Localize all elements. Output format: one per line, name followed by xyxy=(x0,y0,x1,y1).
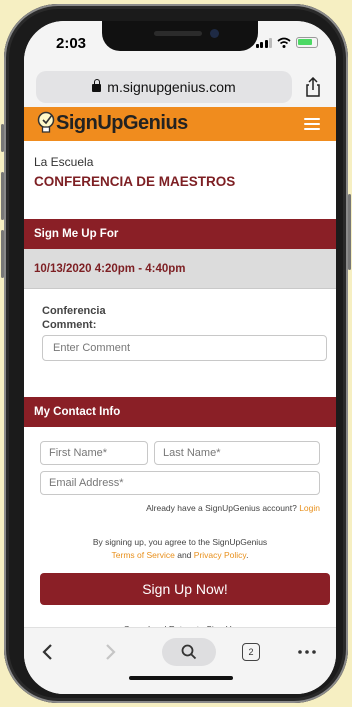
email-field[interactable] xyxy=(40,471,320,495)
share-icon[interactable] xyxy=(304,77,322,97)
search-button[interactable] xyxy=(162,638,216,666)
contact-info-header: My Contact Info xyxy=(24,397,336,427)
status-icons xyxy=(255,37,318,48)
comment-label: Comment: xyxy=(42,319,97,331)
login-prompt: Already have a SignUpGenius account? Log… xyxy=(146,503,320,513)
battery-icon xyxy=(296,37,318,48)
phone-frame: 2:03 m.signupgenius.com SignUpGenius La … xyxy=(1,4,351,703)
site-header: SignUpGenius xyxy=(24,107,336,141)
selected-slot: 10/13/2020 4:20pm - 4:40pm xyxy=(24,249,336,289)
screen: 2:03 m.signupgenius.com SignUpGenius La … xyxy=(24,21,336,694)
volume-down-button xyxy=(1,230,4,278)
lock-icon xyxy=(92,79,102,92)
signup-title: CONFERENCIA DE MAESTROS xyxy=(34,174,236,189)
url-text: m.signupgenius.com xyxy=(107,79,236,95)
organization-name: La Escuela xyxy=(34,155,94,169)
and-text: and xyxy=(177,550,192,560)
first-name-field[interactable] xyxy=(40,441,148,465)
comment-input[interactable] xyxy=(42,335,327,361)
speaker xyxy=(154,31,202,36)
last-name-field[interactable] xyxy=(154,441,320,465)
login-link[interactable]: Login xyxy=(299,503,320,513)
lightbulb-logo-icon xyxy=(37,111,55,133)
search-icon xyxy=(181,644,197,660)
power-button xyxy=(348,194,351,270)
period: . xyxy=(246,550,249,560)
hamburger-menu-icon[interactable] xyxy=(304,118,320,130)
site-logo[interactable]: SignUpGenius xyxy=(36,111,188,135)
address-bar[interactable]: m.signupgenius.com xyxy=(36,71,292,103)
side-button xyxy=(1,124,4,152)
sign-me-up-header: Sign Me Up For xyxy=(24,219,336,249)
tabs-icon[interactable]: 2 xyxy=(242,643,260,661)
agree-text: By signing up, you agree to the SignUpGe… xyxy=(92,537,268,547)
back-icon[interactable] xyxy=(38,638,58,666)
privacy-link[interactable]: Privacy Policy xyxy=(194,550,246,560)
camera xyxy=(210,29,219,38)
forward-icon[interactable] xyxy=(100,638,120,666)
browser-toolbar: 2 xyxy=(24,627,336,694)
brand-name: SignUpGenius xyxy=(56,111,188,134)
more-icon[interactable] xyxy=(296,638,318,666)
item-block: Conferencia Comment: xyxy=(42,304,106,332)
home-indicator[interactable] xyxy=(129,676,233,680)
volume-up-button xyxy=(1,172,4,220)
item-name: Conferencia xyxy=(42,305,106,317)
wifi-icon xyxy=(277,37,291,48)
terms-link[interactable]: Terms of Service xyxy=(112,550,175,560)
account-prompt-text: Already have a SignUpGenius account? xyxy=(146,503,297,513)
notch xyxy=(102,21,258,51)
sign-up-now-button[interactable]: Sign Up Now! xyxy=(40,573,330,605)
terms-notice: By signing up, you agree to the SignUpGe… xyxy=(24,536,336,562)
signal-icon xyxy=(255,38,272,48)
status-time: 2:03 xyxy=(56,35,87,52)
